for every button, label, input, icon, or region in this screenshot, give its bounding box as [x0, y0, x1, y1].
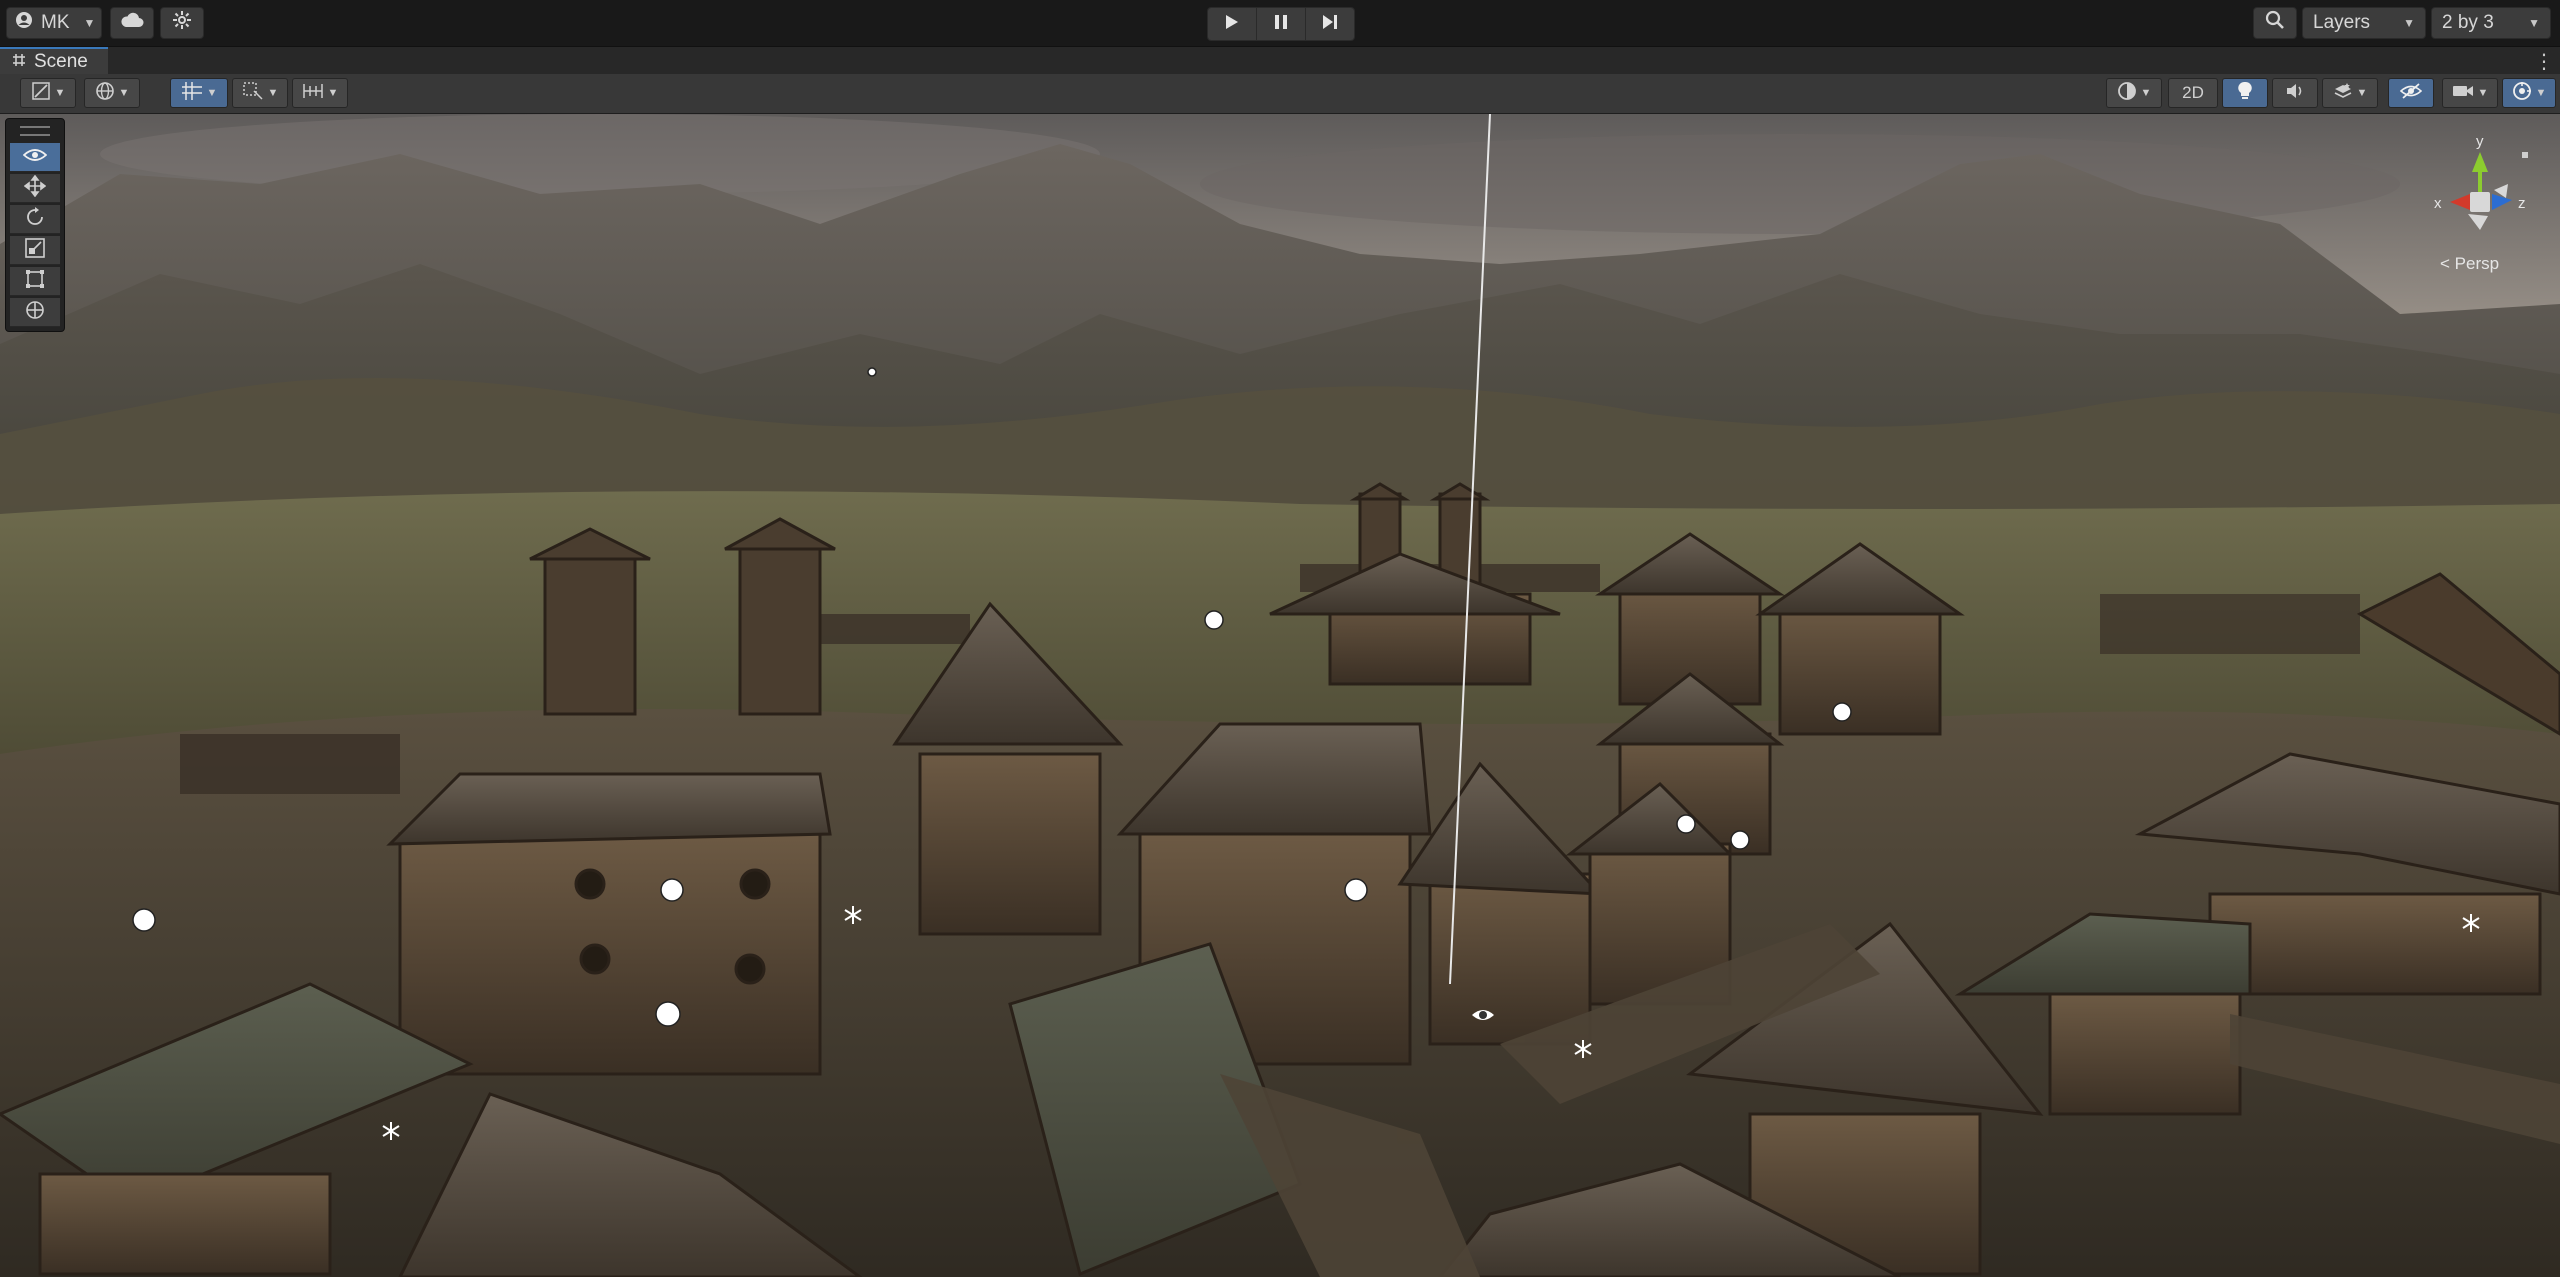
scene-view-toolbar: ▼ ▼ ▼ ▼ ▼ ▼ 2D ▼ ▼ ▼	[0, 74, 2560, 114]
increment-snap-button[interactable]: ▼	[232, 78, 288, 108]
chevron-down-icon: ▼	[118, 87, 130, 99]
snap-increment-icon	[242, 81, 264, 106]
chevron-down-icon: ▼	[2535, 87, 2547, 99]
transform-tools-overlay	[5, 118, 65, 332]
global-local-button[interactable]: ▼	[84, 78, 140, 108]
step-icon	[1322, 14, 1338, 35]
layers-label: Layers	[2313, 12, 2371, 33]
chevron-down-icon: ▼	[267, 87, 279, 99]
rect-icon	[24, 268, 46, 295]
orientation-gizmo[interactable]: y x z	[2410, 122, 2550, 272]
particle-system-icon[interactable]	[2458, 910, 2484, 936]
scene-visibility-button[interactable]	[2388, 78, 2434, 108]
transform-tool-button[interactable]	[10, 298, 60, 327]
align-icon	[302, 81, 324, 106]
gizmo-y-label: y	[2476, 133, 2484, 150]
gizmo-globe-icon	[2512, 81, 2532, 106]
search-icon	[2265, 10, 2285, 36]
handle-icon	[31, 81, 51, 106]
play-icon	[1225, 14, 1239, 35]
scene-viewport[interactable]: y x z < Persp	[0, 114, 2560, 1277]
collab-button[interactable]	[160, 7, 204, 39]
camera-icon	[2452, 83, 2474, 104]
chevron-down-icon: ▼	[54, 87, 66, 99]
layout-label: 2 by 3	[2442, 12, 2494, 33]
layout-dropdown[interactable]: 2 by 3 ▼	[2431, 7, 2551, 39]
gizmos-button[interactable]: ▼	[2502, 78, 2556, 108]
chevron-down-icon: ▼	[2356, 87, 2368, 99]
pause-icon	[1274, 14, 1288, 35]
play-button[interactable]	[1208, 8, 1257, 40]
pause-button[interactable]	[1257, 8, 1306, 40]
camera-settings-button[interactable]: ▼	[2442, 78, 2498, 108]
cloud-button[interactable]	[110, 7, 154, 39]
rect-tool-button[interactable]	[10, 267, 60, 296]
grid-snap-button[interactable]: ▼	[170, 78, 228, 108]
account-label: MK	[41, 12, 70, 33]
tab-scene[interactable]: Scene	[0, 47, 108, 74]
chevron-down-icon: ▼	[2140, 87, 2152, 99]
unity-editor: MK ▼ Layers ▼ 2 by 3 ▼ Scene ⋮ ▼ ▼ ▼ ▼ ▼…	[0, 0, 2560, 1277]
scale-tool-button[interactable]	[10, 236, 60, 265]
chevron-down-icon: ▼	[2477, 87, 2489, 99]
particle-system-icon[interactable]	[1570, 1036, 1596, 1062]
chevron-down-icon: ▼	[327, 87, 339, 99]
drag-handle[interactable]	[20, 126, 50, 136]
gizmo-z-label: z	[2518, 195, 2526, 212]
account-icon	[15, 11, 33, 35]
eye-slash-icon	[2399, 82, 2423, 105]
2d-label: 2D	[2182, 83, 2204, 102]
speaker-icon	[2285, 82, 2305, 105]
eye-icon	[22, 147, 48, 168]
view-tool-button[interactable]	[10, 143, 60, 172]
eye-gizmo-icon[interactable]	[1470, 1002, 1496, 1028]
hash-icon	[12, 51, 26, 73]
align-snap-button[interactable]: ▼	[292, 78, 348, 108]
rotate-icon	[24, 206, 46, 233]
projection-toggle[interactable]: < Persp	[2440, 254, 2499, 274]
particle-system-icon[interactable]	[378, 1118, 404, 1144]
shading-mode-button[interactable]: ▼	[2106, 78, 2162, 108]
effects-button[interactable]: ▼	[2322, 78, 2378, 108]
tool-handle-position-button[interactable]: ▼	[20, 78, 76, 108]
search-button[interactable]	[2253, 7, 2297, 39]
shading-icon	[2117, 81, 2137, 106]
transform-icon	[24, 299, 46, 326]
chevron-down-icon: ▼	[2528, 16, 2540, 30]
scene-tab-bar: Scene ⋮	[0, 46, 2560, 74]
move-tool-button[interactable]	[10, 174, 60, 203]
chevron-down-icon: ▼	[206, 87, 218, 99]
more-options-icon[interactable]: ⋮	[2534, 49, 2554, 74]
particle-system-icon[interactable]	[840, 902, 866, 928]
globe-icon	[95, 81, 115, 106]
2d-mode-button[interactable]: 2D	[2168, 78, 2218, 108]
tab-scene-label: Scene	[34, 50, 88, 72]
light-bulb-icon	[2236, 81, 2254, 106]
gizmo-x-label: x	[2434, 195, 2442, 212]
account-dropdown[interactable]: MK ▼	[6, 7, 102, 39]
scale-icon	[24, 237, 46, 264]
step-button[interactable]	[1306, 8, 1354, 40]
rotate-tool-button[interactable]	[10, 205, 60, 234]
collab-icon	[172, 10, 192, 36]
chevron-down-icon: ▼	[2403, 16, 2415, 30]
move-icon	[23, 174, 47, 202]
cloud-icon	[120, 12, 144, 34]
chevron-down-icon: ▼	[83, 16, 96, 30]
main-toolbar: MK ▼ Layers ▼ 2 by 3 ▼	[0, 0, 2560, 46]
scene-render	[0, 114, 2560, 1277]
lighting-toggle-button[interactable]	[2222, 78, 2268, 108]
audio-toggle-button[interactable]	[2272, 78, 2318, 108]
effects-layers-icon	[2333, 81, 2353, 106]
playmode-controls	[1207, 7, 1355, 41]
grid-snap-icon	[181, 81, 203, 106]
layers-dropdown[interactable]: Layers ▼	[2302, 7, 2426, 39]
